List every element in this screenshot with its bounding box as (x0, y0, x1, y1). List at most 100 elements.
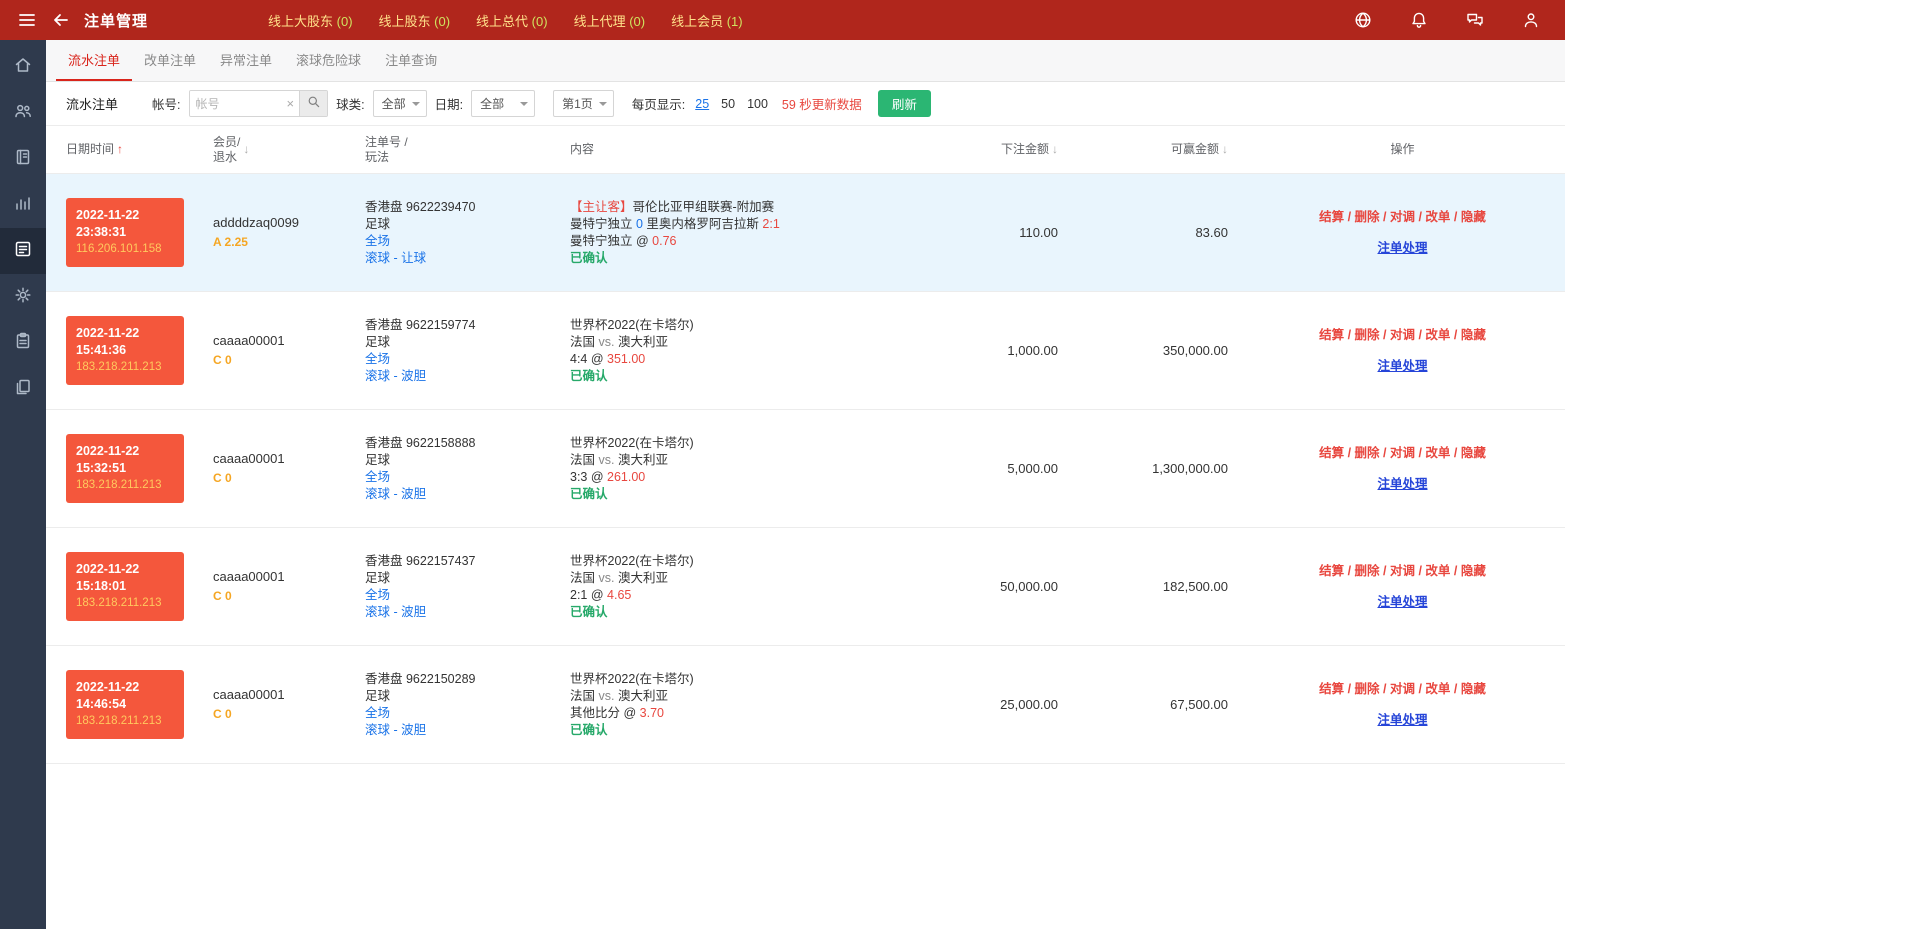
nav-online-shareholder[interactable]: 线上股东 (0) (379, 11, 451, 30)
sort-icon[interactable]: ↓ (243, 142, 249, 157)
ops-separator: / (1344, 210, 1354, 224)
page-size-option[interactable]: 25 (695, 97, 709, 111)
nav-online-major-shareholder[interactable]: 线上大股东 (0) (268, 11, 353, 30)
process-link[interactable]: 注单处理 (1377, 595, 1427, 609)
op-hide[interactable]: 隐藏 (1461, 210, 1486, 224)
process-link[interactable]: 注单处理 (1377, 359, 1427, 373)
refresh-button[interactable]: 刷新 (878, 90, 931, 117)
content-span: 曼特宁独立 @ (570, 234, 652, 248)
sidebar-item-home[interactable] (0, 44, 46, 90)
bet-number: 香港盘 9622239470 (365, 199, 570, 216)
op-modify[interactable]: 改单 (1425, 210, 1450, 224)
menu-icon[interactable] (16, 9, 38, 31)
ball-type-select[interactable]: 全部 (373, 90, 427, 117)
process-link[interactable]: 注单处理 (1377, 477, 1427, 491)
op-modify[interactable]: 改单 (1425, 564, 1450, 578)
column-header[interactable]: 可赢金额↓ (1070, 142, 1240, 157)
nav-online-member[interactable]: 线上会员 (1) (671, 11, 743, 30)
column-header[interactable]: 会员/退水↓ (213, 135, 365, 165)
scope-link[interactable]: 全场 (365, 352, 390, 366)
bet-number: 香港盘 9622159774 (365, 317, 570, 334)
sidebar-item-settings[interactable] (0, 274, 46, 320)
process-link[interactable]: 注单处理 (1377, 241, 1427, 255)
nav-online-general-agent[interactable]: 线上总代 (0) (476, 11, 548, 30)
op-swap[interactable]: 对调 (1390, 210, 1415, 224)
sidebar-item-reports[interactable] (0, 136, 46, 182)
sidebar-item-statistics[interactable] (0, 182, 46, 228)
op-modify[interactable]: 改单 (1425, 446, 1450, 460)
page-select[interactable]: 第1页 (553, 90, 614, 117)
op-swap[interactable]: 对调 (1390, 682, 1415, 696)
sort-icon[interactable]: ↓ (1052, 142, 1058, 157)
scope-link[interactable]: 全场 (365, 234, 390, 248)
bell-icon[interactable] (1409, 10, 1429, 30)
search-button[interactable] (299, 91, 327, 116)
nav-online-agent[interactable]: 线上代理 (0) (574, 11, 646, 30)
column-header[interactable]: 日期时间↑ (66, 142, 213, 157)
datetime-box: 2022-11-2215:18:01183.218.211.213 (66, 552, 184, 621)
op-swap[interactable]: 对调 (1390, 564, 1415, 578)
play-link[interactable]: 滚球 - 让球 (365, 251, 426, 265)
tab-modified-orders[interactable]: 改单注单 (132, 40, 208, 81)
op-delete[interactable]: 删除 (1355, 682, 1380, 696)
op-settle[interactable]: 结算 (1319, 446, 1344, 460)
op-modify[interactable]: 改单 (1425, 328, 1450, 342)
tab-order-search[interactable]: 注单查询 (373, 40, 449, 81)
account-input[interactable] (190, 91, 282, 116)
scope-link[interactable]: 全场 (365, 470, 390, 484)
user-icon[interactable] (1521, 10, 1541, 30)
content-line: 曼特宁独立 0 里奥内格罗阿吉拉斯 2:1 (570, 216, 950, 233)
main-content: 流水注单改单注单异常注单滚球危险球注单查询 流水注单 帐号: × 球类: 全部 … (46, 40, 1565, 929)
play-link[interactable]: 滚球 - 波胆 (365, 369, 426, 383)
content-span: 4.65 (607, 588, 631, 602)
page-size-option[interactable]: 100 (747, 97, 768, 111)
member-name: caaaa00001 (213, 332, 365, 349)
op-hide[interactable]: 隐藏 (1461, 446, 1486, 460)
ops-separator: / (1344, 446, 1354, 460)
op-settle[interactable]: 结算 (1319, 328, 1344, 342)
datetime-cell: 2022-11-2214:46:54183.218.211.213 (66, 670, 213, 739)
bet-amount: 50,000.00 (950, 578, 1070, 595)
date-select[interactable]: 全部 (471, 90, 535, 117)
op-swap[interactable]: 对调 (1390, 446, 1415, 460)
sort-icon[interactable]: ↑ (117, 142, 123, 157)
play-link[interactable]: 滚球 - 波胆 (365, 605, 426, 619)
process-link[interactable]: 注单处理 (1377, 713, 1427, 727)
scope-link[interactable]: 全场 (365, 706, 390, 720)
tab-rolling-danger-ball[interactable]: 滚球危险球 (284, 40, 373, 81)
tab-abnormal-orders[interactable]: 异常注单 (208, 40, 284, 81)
sidebar-item-orders[interactable] (0, 228, 46, 274)
globe-icon[interactable] (1353, 10, 1373, 30)
op-settle[interactable]: 结算 (1319, 682, 1344, 696)
member-rebate: C 0 (213, 352, 365, 369)
op-delete[interactable]: 删除 (1355, 446, 1380, 460)
sidebar-item-members[interactable] (0, 90, 46, 136)
scope-link[interactable]: 全场 (365, 588, 390, 602)
op-hide[interactable]: 隐藏 (1461, 682, 1486, 696)
op-hide[interactable]: 隐藏 (1461, 328, 1486, 342)
op-settle[interactable]: 结算 (1319, 564, 1344, 578)
win-amount: 182,500.00 (1070, 578, 1240, 595)
play-link[interactable]: 滚球 - 波胆 (365, 487, 426, 501)
op-hide[interactable]: 隐藏 (1461, 564, 1486, 578)
tab-running-orders[interactable]: 流水注单 (56, 40, 132, 81)
column-label: 内容 (570, 142, 594, 157)
op-delete[interactable]: 删除 (1355, 210, 1380, 224)
sidebar-item-clipboard[interactable] (0, 320, 46, 366)
datetime-box: 2022-11-2223:38:31116.206.101.158 (66, 198, 184, 267)
op-delete[interactable]: 删除 (1355, 564, 1380, 578)
op-modify[interactable]: 改单 (1425, 682, 1450, 696)
back-icon[interactable] (50, 9, 72, 31)
content-span: 里奥内格罗阿吉拉斯 (643, 217, 762, 231)
bet-date: 2022-11-22 (76, 207, 174, 224)
op-swap[interactable]: 对调 (1390, 328, 1415, 342)
sort-icon[interactable]: ↓ (1222, 142, 1228, 157)
messages-icon[interactable] (1465, 10, 1485, 30)
clear-icon[interactable]: × (282, 91, 300, 116)
sidebar-item-documents[interactable] (0, 366, 46, 412)
op-delete[interactable]: 删除 (1355, 328, 1380, 342)
play-link[interactable]: 滚球 - 波胆 (365, 723, 426, 737)
op-settle[interactable]: 结算 (1319, 210, 1344, 224)
column-header[interactable]: 下注金额↓ (950, 142, 1070, 157)
page-size-option[interactable]: 50 (721, 97, 735, 111)
